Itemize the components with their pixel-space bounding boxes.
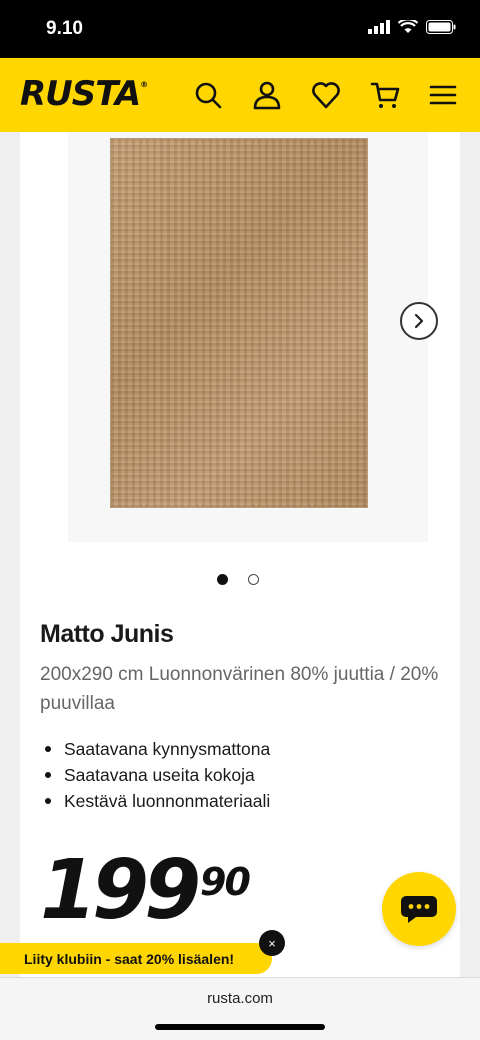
wifi-icon <box>398 20 418 33</box>
club-banner[interactable]: Liity klubiin - saat 20% lisäalen! <box>0 943 272 974</box>
status-icons <box>368 20 456 34</box>
status-bar: 9.10 <box>0 0 480 58</box>
status-time: 9.10 <box>46 18 83 39</box>
product-subtitle: 200x290 cm Luonnonvärinen 80% juuttia / … <box>40 664 439 714</box>
account-icon[interactable] <box>252 80 282 110</box>
browser-bottom-bar: rusta.com <box>0 977 480 1040</box>
product-image-rug[interactable] <box>110 138 368 508</box>
gallery-dot-2[interactable] <box>248 574 259 585</box>
feature-item: Saatavana kynnysmattona <box>40 736 270 762</box>
gallery-next-button[interactable] <box>400 302 438 340</box>
home-indicator <box>155 1024 325 1030</box>
feature-item: Saatavana useita kokoja <box>40 762 270 788</box>
logo-text: RUSTA <box>20 74 141 114</box>
chevron-right-icon <box>414 313 424 329</box>
menu-icon[interactable] <box>428 80 458 110</box>
gallery-pagination <box>217 574 259 585</box>
feature-item: Kestävä luonnonmateriaali <box>40 788 270 814</box>
chat-icon <box>401 896 437 923</box>
gallery-dot-1[interactable] <box>217 574 228 585</box>
price-main: 199 <box>40 843 201 938</box>
battery-icon <box>426 20 456 34</box>
product-title: Matto Junis <box>40 620 174 648</box>
club-banner-text: Liity klubiin - saat 20% lisäalen! <box>24 950 235 967</box>
close-icon: × <box>268 935 276 951</box>
product-page: Matto Junis 200x290 cm Luonnonvärinen 80… <box>20 132 460 977</box>
chat-button[interactable] <box>382 872 456 946</box>
heart-icon[interactable] <box>311 80 341 110</box>
signal-icon <box>368 20 390 34</box>
url-bar[interactable]: rusta.com <box>0 990 480 1007</box>
site-header: RUSTA® <box>0 58 480 132</box>
cart-icon[interactable] <box>370 80 400 110</box>
rusta-logo[interactable]: RUSTA® <box>20 74 148 114</box>
club-banner-close-button[interactable]: × <box>259 930 285 956</box>
search-icon[interactable] <box>193 80 223 110</box>
product-price: 199 90 <box>40 850 251 932</box>
price-cents: 90 <box>200 860 251 904</box>
product-features: Saatavana kynnysmattona Saatavana useita… <box>40 736 270 814</box>
